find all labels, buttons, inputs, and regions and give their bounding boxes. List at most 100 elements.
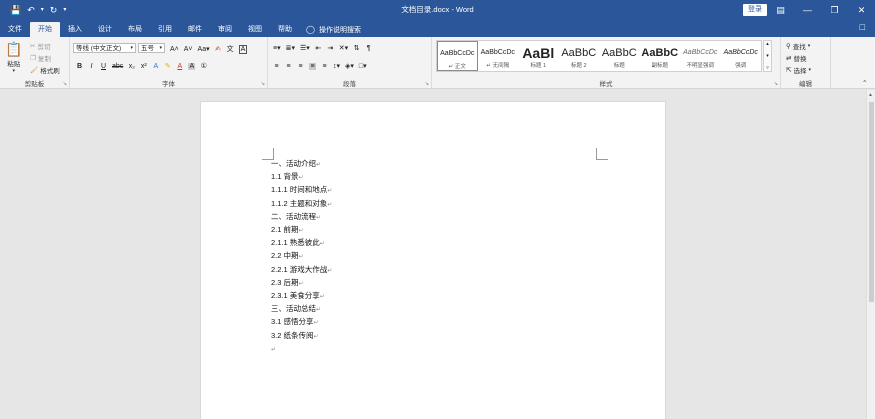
tab-view[interactable]: 视图 — [240, 22, 270, 37]
superscript-icon[interactable]: x² — [140, 63, 147, 70]
document-page[interactable]: 一、活动介绍↵ 1.1 背景↵ 1.1.1 时间和地点↵ 1.1.2 主题和对象↵ 二、… — [200, 101, 666, 419]
select-button[interactable]: ⇱ 选择 ▾ — [786, 65, 811, 75]
style-title[interactable]: AaBbC 标题 — [599, 41, 640, 71]
undo-dropdown-icon[interactable]: ▾ — [41, 0, 44, 20]
chinese-layout-icon[interactable]: ✕▾ — [339, 44, 348, 52]
minimize-icon[interactable]: — — [794, 0, 821, 20]
justify-icon[interactable]: ≡ — [309, 62, 316, 70]
copy-button[interactable]: ❐ 复制 — [30, 53, 51, 63]
paragraph-launcher-icon[interactable]: ↘ — [425, 81, 429, 87]
underline-icon[interactable]: U — [100, 63, 107, 70]
scrollbar-thumb[interactable] — [869, 102, 874, 302]
shrink-font-icon[interactable]: A˅ — [184, 46, 193, 53]
document-line-empty[interactable]: ↵ — [271, 343, 332, 356]
font-name-dropdown[interactable]: 等线 (中文正文) ▾ — [73, 43, 136, 53]
document-line[interactable]: 2.1.1 熟悉彼此↵ — [271, 237, 332, 250]
font-color-icon[interactable]: A — [176, 63, 183, 70]
login-button[interactable]: 登录 — [743, 4, 767, 16]
styles-gallery-scroller[interactable]: ▴ ▾ ▿ — [763, 40, 772, 72]
document-line[interactable]: 一、活动介绍↵ — [271, 158, 332, 171]
borders-icon[interactable]: □▾ — [359, 62, 367, 70]
cut-button[interactable]: ✂ 剪切 — [30, 41, 50, 51]
document-line[interactable]: 3.1 感悟分享↵ — [271, 316, 332, 329]
restore-icon[interactable]: ❐ — [821, 0, 848, 20]
document-line[interactable]: 1.1 背景↵ — [271, 171, 332, 184]
character-shading-icon[interactable]: A — [188, 62, 196, 70]
document-line[interactable]: 1.1.1 时间和地点↵ — [271, 184, 332, 197]
document-line[interactable]: 1.1.2 主题和对象↵ — [271, 198, 332, 211]
customize-qat-icon[interactable]: ▾ — [63, 0, 66, 20]
document-line[interactable]: 2.3 后期↵ — [271, 277, 332, 290]
bullets-icon[interactable]: ≡▾ — [273, 44, 281, 52]
character-border-icon[interactable]: A — [238, 44, 248, 54]
undo-icon[interactable]: ↶ — [27, 0, 35, 20]
chevron-up-icon[interactable]: ▴ — [766, 41, 769, 47]
document-body[interactable]: 一、活动介绍↵ 1.1 背景↵ 1.1.1 时间和地点↵ 1.1.2 主题和对象↵ 二、… — [271, 158, 332, 356]
document-line[interactable]: 三、活动总结↵ — [271, 303, 332, 316]
multilevel-list-icon[interactable]: ☰▾ — [300, 44, 310, 52]
tell-me-search[interactable]: ◯ 操作说明搜索 — [306, 22, 361, 37]
tab-help[interactable]: 帮助 — [270, 22, 300, 37]
document-line[interactable]: 2.2 中期↵ — [271, 250, 332, 263]
document-line[interactable]: 2.2.1 游戏大作战↵ — [271, 264, 332, 277]
styles-launcher-icon[interactable]: ↘ — [774, 81, 778, 87]
strikethrough-icon[interactable]: abc — [112, 63, 123, 70]
tab-layout[interactable]: 布局 — [120, 22, 150, 37]
find-button[interactable]: ⚲ 查找 ▾ — [786, 41, 810, 51]
grow-font-icon[interactable]: A˄ — [170, 46, 179, 53]
change-case-icon[interactable]: Aa▾ — [198, 45, 210, 53]
sort-icon[interactable]: ⇅ — [353, 44, 360, 52]
phonetic-guide-icon[interactable]: 文 — [227, 44, 234, 54]
highlight-icon[interactable]: ✎ — [164, 62, 171, 70]
tab-review[interactable]: 审阅 — [210, 22, 240, 37]
bold-icon[interactable]: B — [76, 63, 83, 70]
tab-file[interactable]: 文件 — [0, 22, 30, 37]
format-painter-button[interactable]: 🖌 格式刷 — [30, 65, 60, 75]
vertical-scrollbar[interactable]: ▲ — [866, 90, 875, 419]
paste-button[interactable]: 📋 粘贴 ▾ — [5, 41, 22, 74]
show-marks-icon[interactable]: ¶ — [365, 45, 372, 52]
comments-icon[interactable]: □ — [860, 22, 865, 32]
ribbon-display-options-icon[interactable]: ▤ — [767, 0, 794, 20]
redo-icon[interactable]: ↻ — [50, 0, 58, 20]
collapse-ribbon-icon[interactable]: ⌃ — [862, 79, 867, 87]
style-heading-2[interactable]: AaBbC 标题 2 — [559, 41, 600, 71]
style-no-spacing[interactable]: AaBbCcDc ↵ 无间隔 — [478, 41, 519, 71]
style-emphasis[interactable]: AaBbCcDc 强调 — [721, 41, 762, 71]
distributed-icon[interactable]: ≡ — [321, 63, 328, 70]
scroll-up-icon[interactable]: ▲ — [868, 92, 873, 98]
italic-icon[interactable]: I — [88, 63, 95, 70]
style-normal[interactable]: AaBbCcDc ↵ 正文 — [437, 41, 478, 71]
clipboard-launcher-icon[interactable]: ↘ — [63, 81, 67, 87]
subscript-icon[interactable]: x₂ — [128, 63, 135, 70]
shading-icon[interactable]: ◈▾ — [345, 62, 354, 70]
align-left-icon[interactable]: ≡ — [273, 63, 280, 70]
text-effects-icon[interactable]: A — [152, 63, 159, 70]
document-line[interactable]: 二、活动流程↵ — [271, 211, 332, 224]
line-spacing-icon[interactable]: ↕▾ — [333, 62, 340, 70]
style-heading-1[interactable]: AaBl 标题 1 — [518, 41, 559, 71]
style-subtitle[interactable]: AaBbC 副标题 — [640, 41, 681, 71]
replace-button[interactable]: ⇄ 替换 — [786, 53, 806, 63]
enclose-characters-icon[interactable]: ① — [200, 62, 207, 70]
document-line[interactable]: 2.3.1 美食分享↵ — [271, 290, 332, 303]
chevron-down-icon[interactable]: ▾ — [766, 53, 769, 59]
numbering-icon[interactable]: ≣▾ — [286, 44, 295, 52]
close-icon[interactable]: ✕ — [848, 0, 875, 20]
align-right-icon[interactable]: ≡ — [297, 63, 304, 70]
tab-mailings[interactable]: 邮件 — [180, 22, 210, 37]
decrease-indent-icon[interactable]: ⇤ — [315, 44, 322, 52]
tab-references[interactable]: 引用 — [150, 22, 180, 37]
tab-design[interactable]: 设计 — [90, 22, 120, 37]
document-line[interactable]: 3.2 纸条传阅↵ — [271, 330, 332, 343]
increase-indent-icon[interactable]: ⇥ — [327, 44, 334, 52]
document-line[interactable]: 2.1 前期↵ — [271, 224, 332, 237]
style-subtle-emphasis[interactable]: AaBbCcDc 不明显强调 — [680, 41, 721, 71]
more-styles-icon[interactable]: ▿ — [766, 65, 769, 71]
clear-formatting-icon[interactable]: ✍ — [215, 45, 222, 53]
font-launcher-icon[interactable]: ↘ — [261, 81, 265, 87]
align-center-icon[interactable]: ≡ — [285, 63, 292, 70]
save-icon[interactable]: 💾 — [10, 0, 21, 20]
font-size-dropdown[interactable]: 五号 ▾ — [138, 43, 165, 53]
tab-home[interactable]: 开始 — [30, 22, 60, 37]
